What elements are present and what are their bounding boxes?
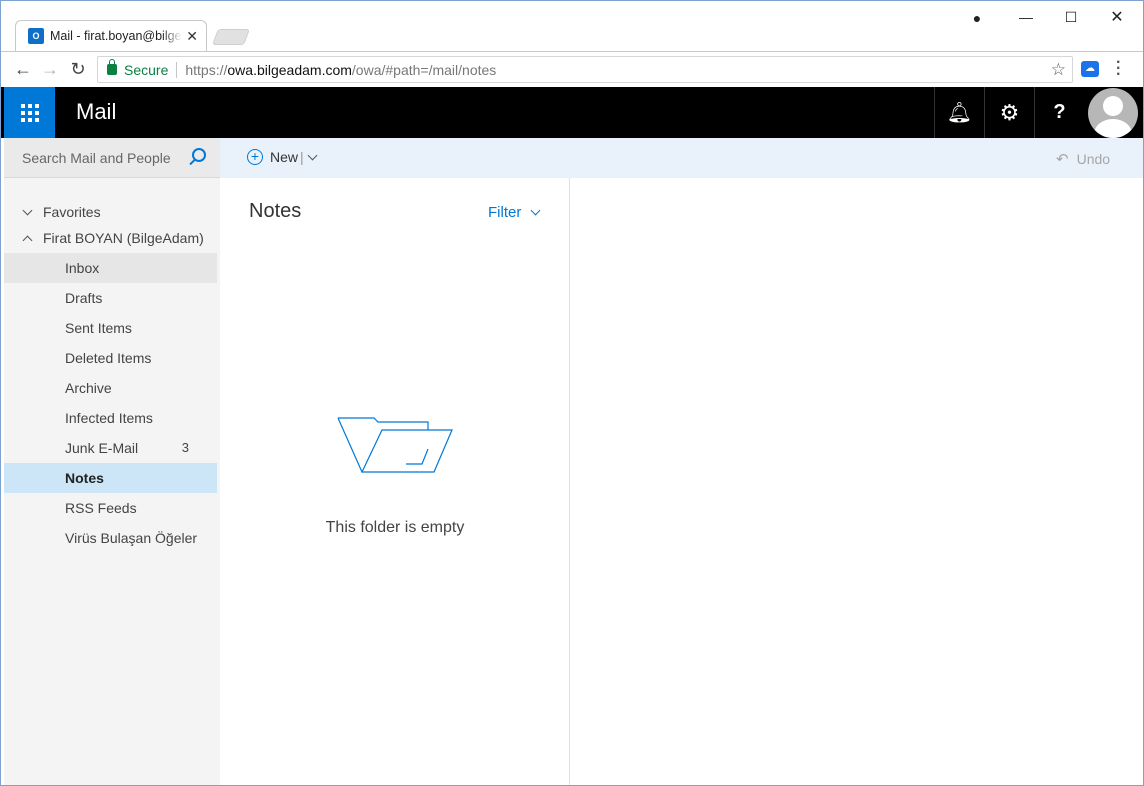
folder-label: Sent Items [65, 320, 132, 336]
profile-icon[interactable]: ● [967, 10, 987, 26]
new-tab-button[interactable] [212, 29, 250, 45]
notifications-bell-icon[interactable]: 🔔︎ [934, 87, 984, 138]
account-label: Firat BOYAN (BilgeAdam) [43, 230, 204, 246]
list-title: Notes [249, 200, 302, 222]
filter-label: Filter [488, 204, 522, 221]
folder-label: Inbox [65, 260, 100, 276]
command-bar: + New | ↶ Undo [220, 138, 1143, 178]
plus-icon: + [247, 149, 263, 165]
user-avatar[interactable] [1088, 88, 1138, 138]
back-arrow-icon[interactable]: ← [12, 59, 34, 80]
lock-icon [107, 59, 117, 75]
folder-item-notes[interactable]: Notes [4, 463, 217, 493]
search-input[interactable]: Search Mail and People [22, 150, 171, 166]
folder-item-archive[interactable]: Archive [4, 373, 217, 403]
folder-label: RSS Feeds [65, 500, 137, 516]
forward-arrow-icon[interactable]: → [39, 59, 61, 80]
chevron-up-icon [22, 235, 33, 245]
empty-folder-icon [337, 417, 453, 473]
cloud-extension-icon[interactable]: ☁ [1081, 61, 1099, 77]
folder-item-inbox[interactable]: Inbox [4, 253, 217, 283]
reload-icon[interactable]: ↻ [67, 59, 89, 80]
folder-item-drafts[interactable]: Drafts [4, 283, 217, 313]
filter-button[interactable]: Filter [488, 204, 541, 221]
message-list-pane: Notes Filter This folder is empty [220, 178, 570, 785]
folder-label: Junk E-Mail [65, 440, 139, 456]
url-host: owa.bilgeadam.com [227, 61, 352, 78]
app-launcher-icon[interactable] [4, 87, 55, 138]
help-icon[interactable]: ? [1034, 87, 1084, 138]
empty-folder-message: This folder is empty [325, 519, 465, 536]
reading-pane [571, 178, 1143, 785]
favorites-label: Favorites [43, 204, 101, 220]
address-divider [176, 61, 178, 78]
folder-item-deleted-items[interactable]: Deleted Items [4, 343, 217, 373]
close-window-icon[interactable]: ✕ [1107, 7, 1127, 27]
chevron-down-icon[interactable] [307, 150, 318, 160]
folder-label: Archive [65, 380, 112, 396]
chevron-down-icon [530, 205, 541, 216]
app-title: Mail [76, 99, 117, 124]
browser-window: O Mail - firat.boyan@bilgeadam.com ✕ ● —… [0, 0, 1144, 786]
url-path: /owa/#path=/mail/notes [351, 61, 497, 78]
bookmark-star-icon[interactable]: ☆ [1051, 60, 1066, 80]
maximize-icon[interactable]: ☐ [1061, 9, 1081, 26]
owa-header: Mail 🔔︎ ⚙ ? [1, 87, 1143, 138]
browser-toolbar: ← → ↻ Secure https:// owa.bilgeadam.com … [1, 51, 1143, 87]
folder-item-virus-items[interactable]: Virüs Bulaşan Öğeler [4, 523, 217, 553]
favorites-header[interactable]: Favorites [4, 199, 101, 225]
settings-gear-icon[interactable]: ⚙ [984, 87, 1034, 138]
browser-tab[interactable]: O Mail - firat.boyan@bilgeadam.com ✕ [15, 20, 207, 51]
url-scheme: https:// [185, 61, 228, 78]
account-header[interactable]: Firat BOYAN (BilgeAdam) [4, 225, 204, 251]
tab-close-icon[interactable]: ✕ [186, 28, 198, 45]
folder-label: Drafts [65, 290, 103, 306]
address-bar[interactable]: Secure https:// owa.bilgeadam.com /owa/#… [97, 56, 1073, 83]
new-label: New [270, 149, 299, 165]
unread-count-badge: 3 [181, 440, 189, 455]
undo-button[interactable]: ↶ Undo [1056, 150, 1110, 168]
folder-item-sent-items[interactable]: Sent Items [4, 313, 217, 343]
browser-titlebar: O Mail - firat.boyan@bilgeadam.com ✕ ● —… [1, 1, 1143, 51]
undo-label: Undo [1076, 151, 1111, 167]
browser-menu-icon[interactable]: · · · [1116, 55, 1121, 83]
folder-label: Notes [65, 470, 104, 486]
undo-icon: ↶ [1056, 151, 1069, 168]
minimize-icon[interactable]: — [1016, 9, 1036, 25]
new-button[interactable]: + New | [247, 149, 318, 165]
outlook-favicon-icon: O [28, 28, 44, 44]
search-box[interactable]: Search Mail and People [4, 138, 220, 178]
search-icon[interactable] [192, 148, 206, 162]
folder-pane: Favorites Firat BOYAN (BilgeAdam) Inbox … [4, 178, 220, 785]
folder-item-rss-feeds[interactable]: RSS Feeds [4, 493, 217, 523]
folder-label: Infected Items [65, 410, 153, 426]
folder-label: Virüs Bulaşan Öğeler [65, 530, 198, 546]
folder-item-junk-email[interactable]: Junk E-Mail 3 [4, 433, 217, 463]
chevron-down-icon [22, 205, 33, 215]
folder-item-infected-items[interactable]: Infected Items [4, 403, 217, 433]
new-divider: | [300, 149, 304, 165]
folder-label: Deleted Items [65, 350, 152, 366]
secure-label: Secure [124, 61, 169, 78]
tab-title: Mail - firat.boyan@bilgeadam.com [50, 29, 182, 43]
